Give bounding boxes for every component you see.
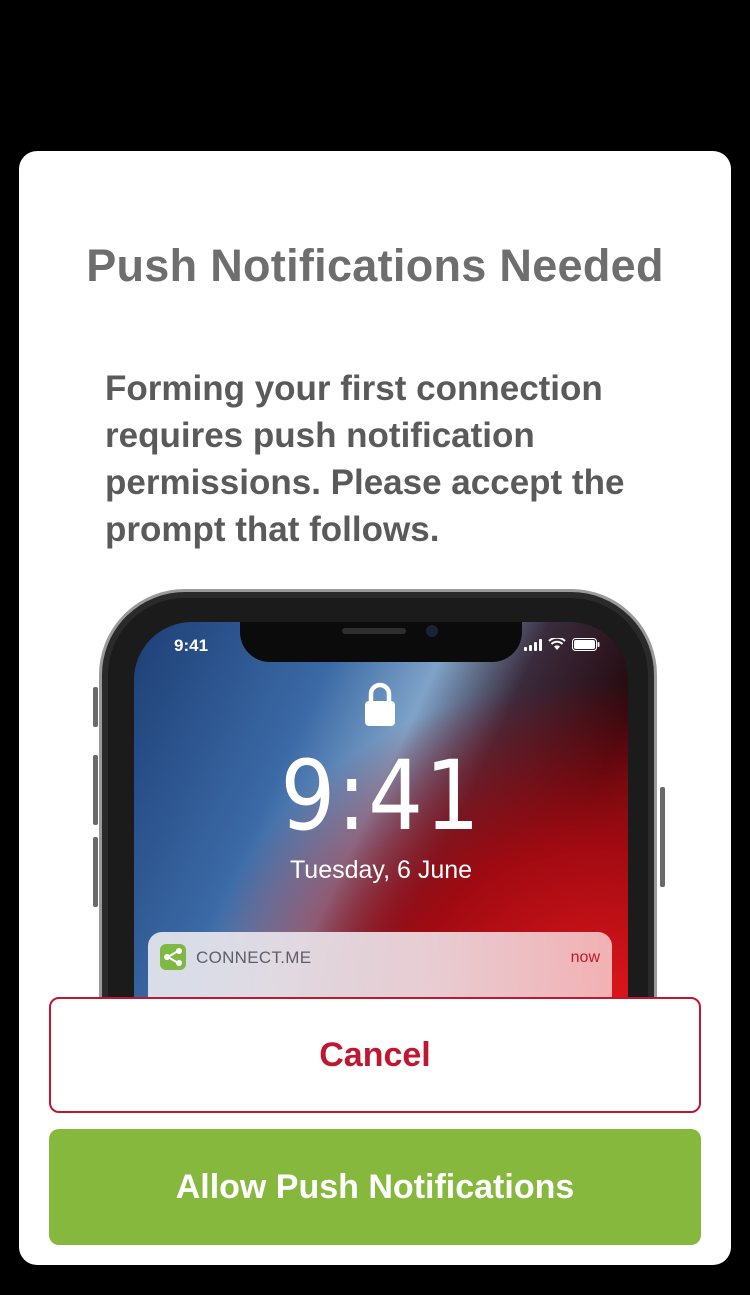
phone-screen: 9:41 9:41 Tuesday, 6 June CONNECT.ME now (134, 622, 628, 997)
connect-me-app-icon (160, 944, 186, 970)
signal-icon (524, 639, 542, 651)
phone-illustration: 9:41 9:41 Tuesday, 6 June CONNECT.ME now (91, 587, 667, 997)
lock-icon (365, 682, 395, 726)
phone-side-button (660, 787, 665, 887)
wifi-icon (548, 638, 566, 650)
dialog-message: Forming your first connection requires p… (105, 369, 625, 549)
notification-time: now (570, 949, 600, 966)
front-camera (426, 625, 438, 637)
phone-side-button (93, 755, 98, 825)
status-icons (524, 638, 600, 651)
status-bar-time: 9:41 (174, 636, 209, 655)
phone-side-button (93, 837, 98, 907)
share-icon (164, 948, 182, 966)
battery-icon (572, 638, 600, 651)
phone-side-button (93, 687, 98, 727)
push-permission-dialog: Push Notifications Needed Forming your f… (19, 151, 731, 1265)
phone-frame: 9:41 9:41 Tuesday, 6 June CONNECT.ME now (99, 589, 657, 997)
lock-screen-time: 9:41 (280, 740, 482, 852)
dialog-title: Push Notifications Needed (86, 240, 664, 291)
notification-app-name: CONNECT.ME (196, 948, 312, 967)
cancel-button[interactable]: Cancel (49, 997, 701, 1113)
notification-card: CONNECT.ME now (148, 932, 612, 997)
phone-notch (240, 622, 522, 662)
allow-push-notifications-button[interactable]: Allow Push Notifications (49, 1129, 701, 1245)
speaker-grille (342, 628, 406, 634)
lock-screen-date: Tuesday, 6 June (289, 856, 473, 884)
